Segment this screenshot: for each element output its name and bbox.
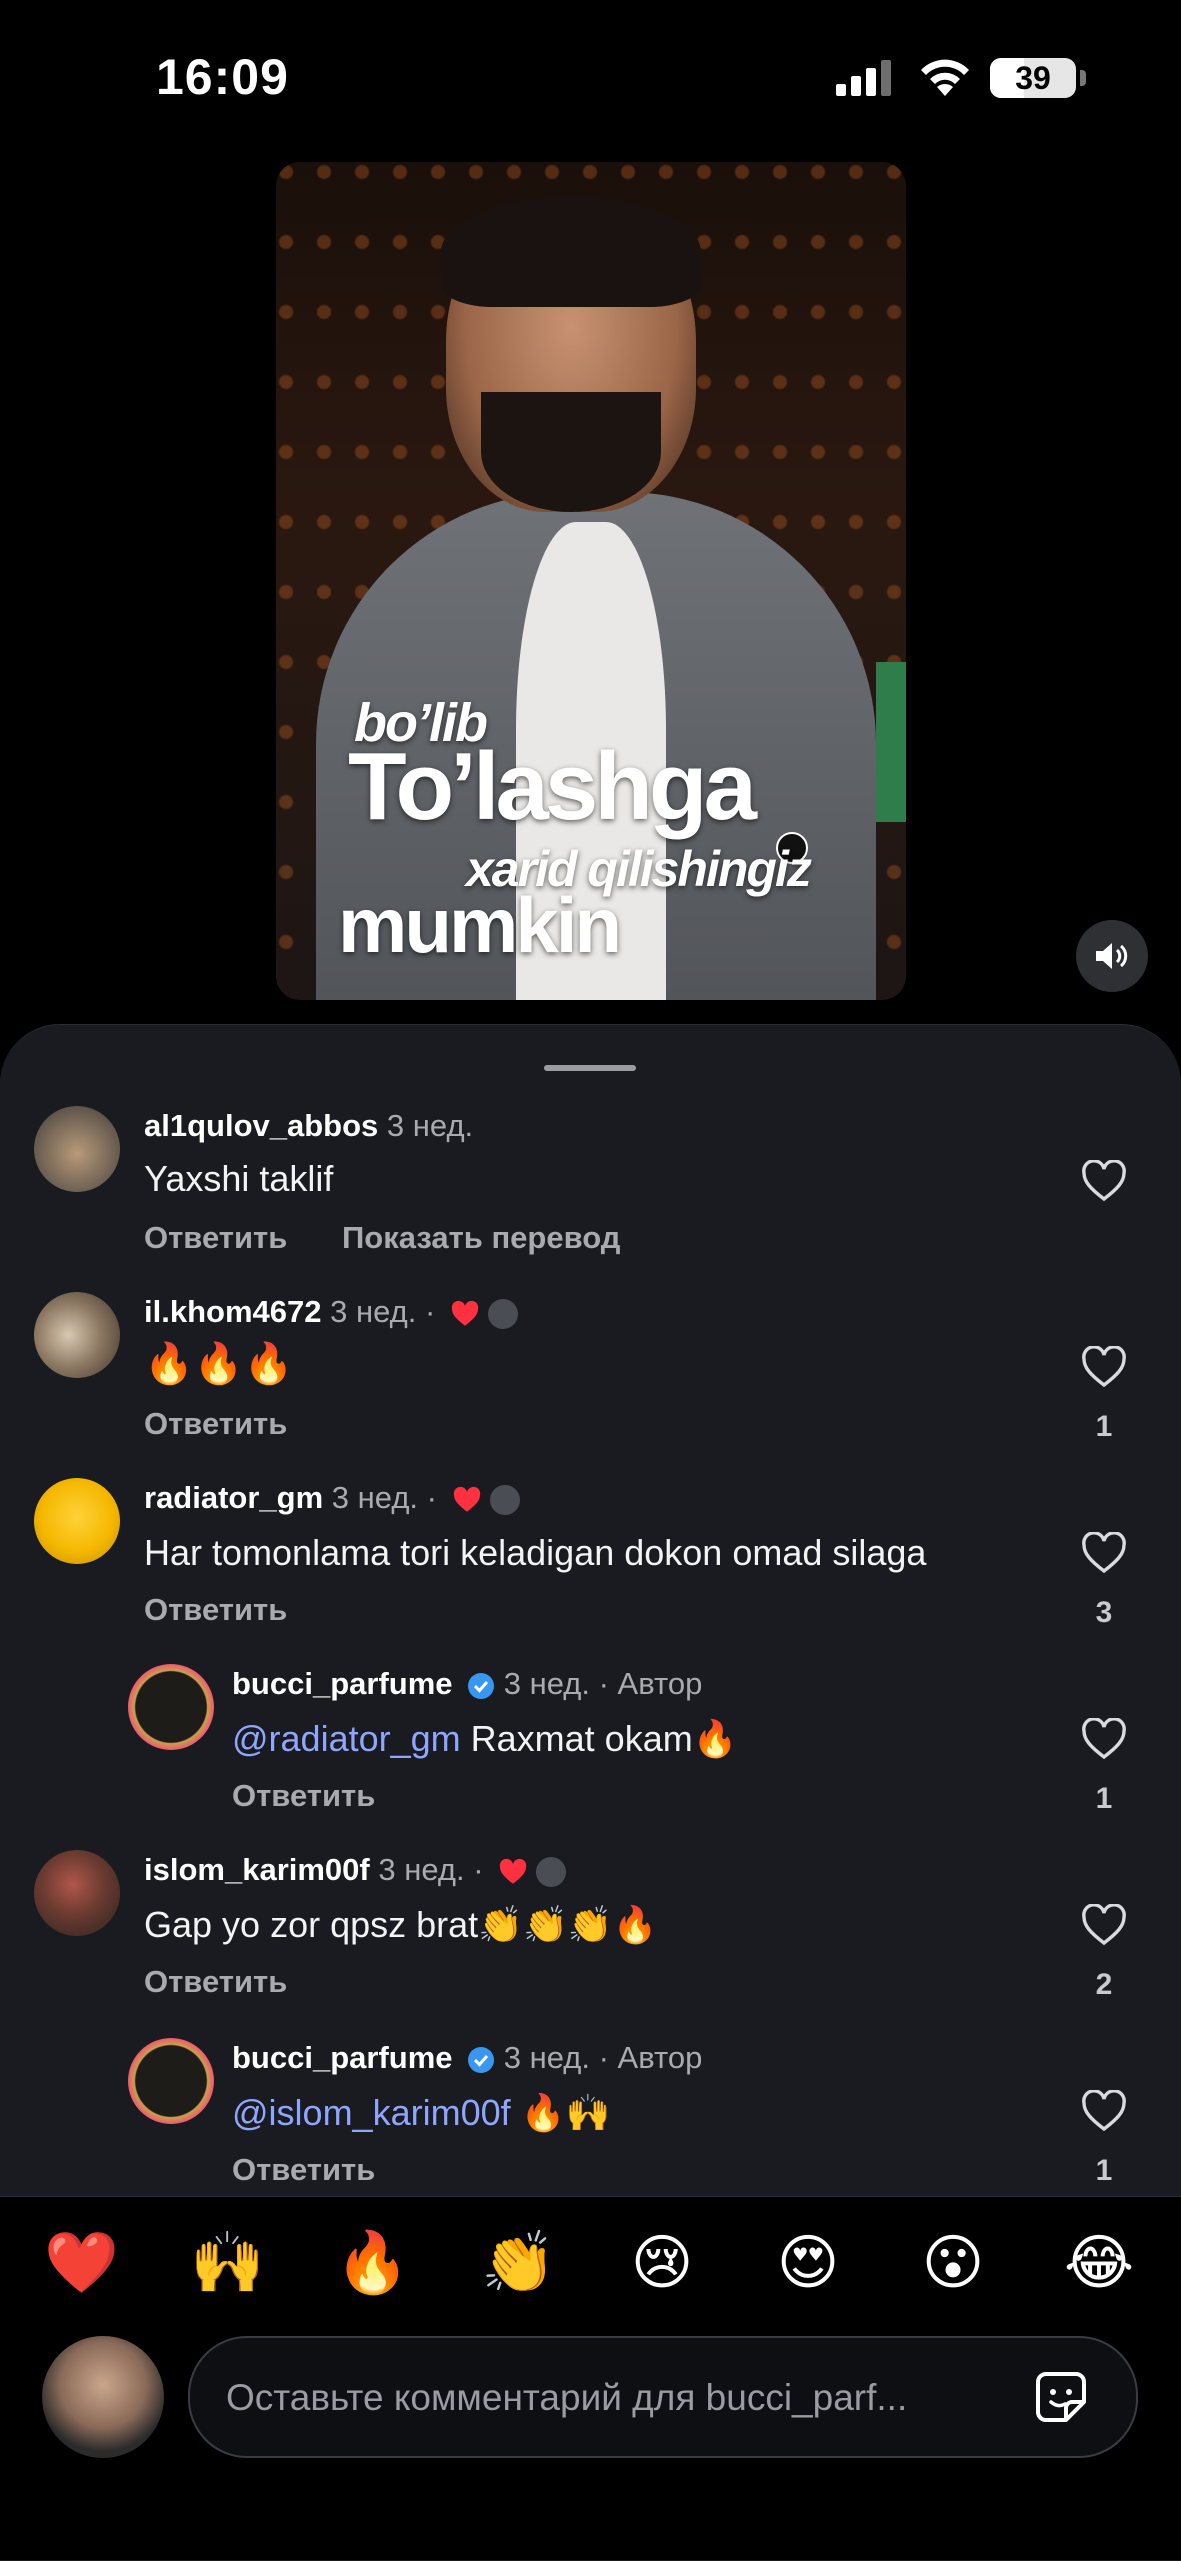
creator-liked-heart-icon [453,1486,480,1512]
my-avatar [42,2336,164,2458]
creator-liked-heart-icon [499,1858,527,1884]
comment-text: @radiator_gm Raxmat okam🔥 [232,1718,738,1760]
comment-time: 3 нед. · [331,1480,437,1515]
comment-time: 3 нед. · Автор [503,1666,703,1701]
comment-text: Yaxshi taklif [144,1158,334,1199]
comment-time: 3 нед. · [378,1852,484,1887]
comment-input-container[interactable] [188,2336,1138,2458]
battery-percent: 39 [1015,60,1051,96]
emoji-clap-button[interactable]: 👏 [481,2227,556,2299]
like-heart-icon[interactable] [1081,1718,1127,1760]
avatar[interactable] [34,1106,120,1192]
creator-avatar-mini [489,1484,520,1515]
background-sign [876,662,906,822]
comment-body: Raxmat okam🔥 [460,1718,738,1759]
video-caption-line-2: To’lashga [348,733,757,840]
reply-button[interactable]: Ответить [232,1778,375,1814]
mention-link[interactable]: @islom_karim00f [232,2092,511,2133]
reply-button[interactable]: Ответить [144,1964,287,2000]
emoji-crying-button[interactable]: 😢 [626,2227,698,2299]
emoji-quick-bar: ❤️ 🙌 🔥 👏 😢 😍 😮 😂 [0,2196,1181,2333]
like-count: 2 [1095,1968,1113,2001]
battery-tip [1080,70,1086,86]
emoji-raised-hands-button[interactable]: 🙌 [190,2227,265,2299]
sheet-grabber[interactable] [544,1065,636,1071]
comment-username[interactable]: radiator_gm [144,1480,323,1515]
comment-username[interactable]: il.khom4672 [144,1294,321,1329]
wifi-icon [921,59,969,96]
like-heart-icon[interactable] [1081,1160,1127,1202]
creator-avatar-mini [536,1856,567,1887]
comment-text: Gap yo zor qpsz brat👏👏👏🔥 [144,1904,658,1945]
emoji-laughing-button[interactable]: 😂 [1063,2227,1135,2299]
avatar[interactable] [34,1478,120,1564]
like-heart-icon[interactable] [1081,1532,1127,1574]
comment-input[interactable] [224,2338,1008,2458]
reply-button[interactable]: Ответить [144,1406,287,1442]
video-caption-line-4: mumkin [338,881,622,969]
avatar[interactable] [34,1292,120,1378]
reply-button[interactable]: Ответить [144,1592,287,1628]
avatar[interactable] [34,1850,120,1936]
like-heart-icon[interactable] [1081,2090,1127,2132]
comment-text: @islom_karim00f 🔥🙌 [232,2092,610,2134]
reply-button[interactable]: Ответить [144,1220,287,1256]
comment-text: Har tomonlama tori keladigan dokon omad … [144,1532,927,1573]
avatar[interactable] [128,2038,214,2124]
avatar[interactable] [128,1664,214,1750]
like-count: 3 [1095,1596,1113,1629]
battery-icon: 39 [990,58,1076,98]
like-heart-icon[interactable] [1081,1346,1127,1388]
emoji-surprised-button[interactable]: 😮 [917,2227,989,2299]
status-bar: 16:09 39 [0,0,1181,150]
emoji-heart-eyes-button[interactable]: 😍 [772,2227,844,2299]
comment-body: 🔥🙌 [510,2092,611,2133]
creator-liked-heart-icon [451,1300,479,1326]
status-time: 16:09 [156,49,289,105]
sticker-icon[interactable] [1028,2364,1094,2430]
emoji-fire-button[interactable]: 🔥 [335,2227,410,2299]
comment-time: 3 нед. · [330,1294,436,1329]
like-count: 1 [1095,1410,1113,1443]
comment-username[interactable]: al1qulov_abbos [144,1108,378,1143]
mention-link[interactable]: @radiator_gm [232,1718,461,1759]
comment-username[interactable]: islom_karim00f [144,1852,370,1887]
comment-text: 🔥🔥🔥 [144,1342,294,1386]
speaker-icon [1096,943,1128,969]
creator-avatar-mini [487,1298,518,1329]
volume-toggle-button[interactable] [1076,920,1148,992]
like-count: 1 [1095,1782,1113,1815]
like-count: 1 [1095,2154,1113,2187]
reply-button[interactable]: Ответить [232,2152,375,2188]
emoji-heart-button[interactable]: ❤️ [44,2227,119,2299]
verified-badge-icon [468,2046,495,2073]
like-heart-icon[interactable] [1081,1904,1127,1946]
cellular-signal-icon [836,60,891,96]
person-beard [481,392,661,512]
person-hair [441,197,701,307]
comment-time: 3 нед. · Автор [503,2040,703,2075]
show-translation-button[interactable]: Показать перевод [342,1220,620,1256]
verified-badge-icon [468,1672,495,1699]
reel-video[interactable]: bo’lib To’lashga xarid qilishingiz mumki… [276,162,906,1000]
comment-username[interactable]: bucci_parfume [232,2040,453,2075]
comment-time: 3 нед. [386,1108,474,1143]
comment-username[interactable]: bucci_parfume [232,1666,453,1701]
